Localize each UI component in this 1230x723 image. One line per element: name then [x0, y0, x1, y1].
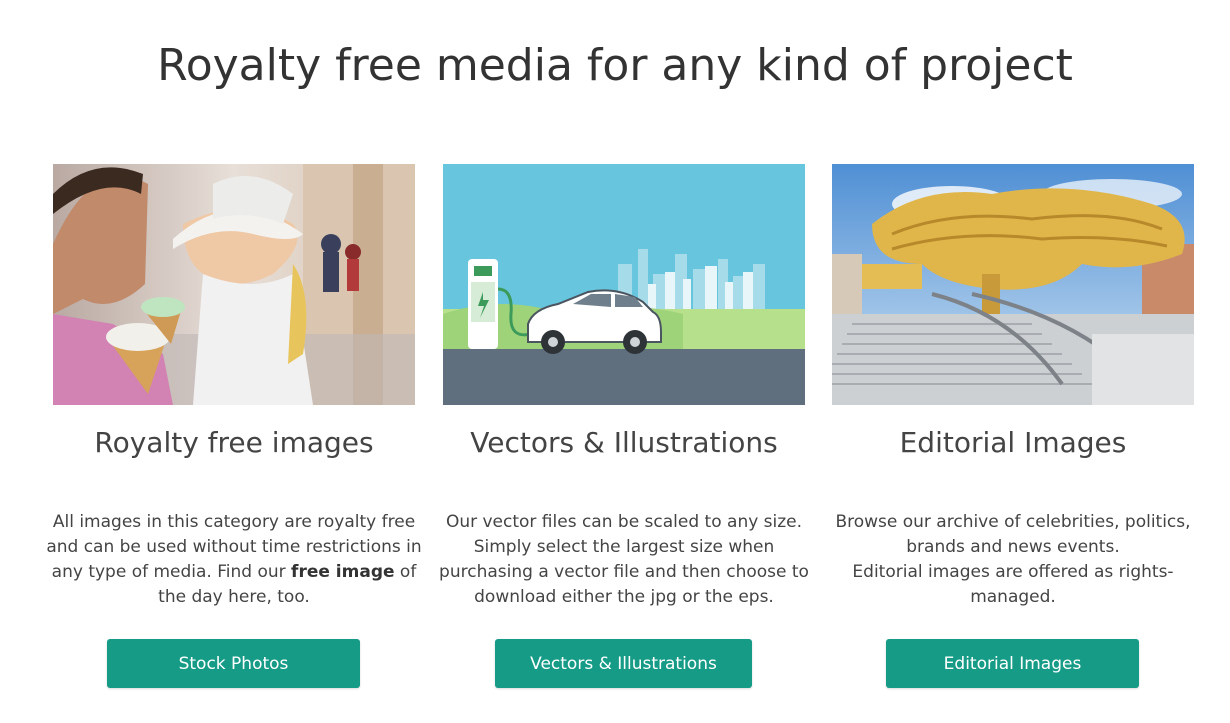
canopy-architecture-photo[interactable] — [832, 164, 1194, 405]
card-title: Vectors & Illustrations — [470, 426, 778, 459]
electric-car-illustration[interactable] — [443, 164, 805, 405]
stock-photos-button[interactable]: Stock Photos — [107, 639, 360, 688]
card-description: Our vector files can be scaled to any si… — [439, 512, 809, 607]
card-vectors-illustrations: Vectors & Illustrations Our vector files… — [439, 164, 809, 704]
card-description: All images in this category are royalty … — [46, 512, 422, 607]
card-royalty-free-images: Royalty free images All images in this c… — [46, 164, 422, 704]
card-title: Editorial Images — [899, 426, 1127, 459]
page-title: Royalty free media for any kind of proje… — [157, 40, 1073, 91]
card-editorial-images: Editorial Images Browse our archive of c… — [832, 164, 1194, 704]
vectors-illustrations-button[interactable]: Vectors & Illustrations — [495, 639, 752, 688]
card-description: Browse our archive of celebrities, polit… — [835, 512, 1191, 607]
couple-ice-cream-photo[interactable] — [53, 164, 415, 405]
free-image-link[interactable]: free image — [291, 562, 394, 582]
editorial-images-button[interactable]: Editorial Images — [886, 639, 1139, 688]
card-title: Royalty free images — [94, 426, 374, 459]
